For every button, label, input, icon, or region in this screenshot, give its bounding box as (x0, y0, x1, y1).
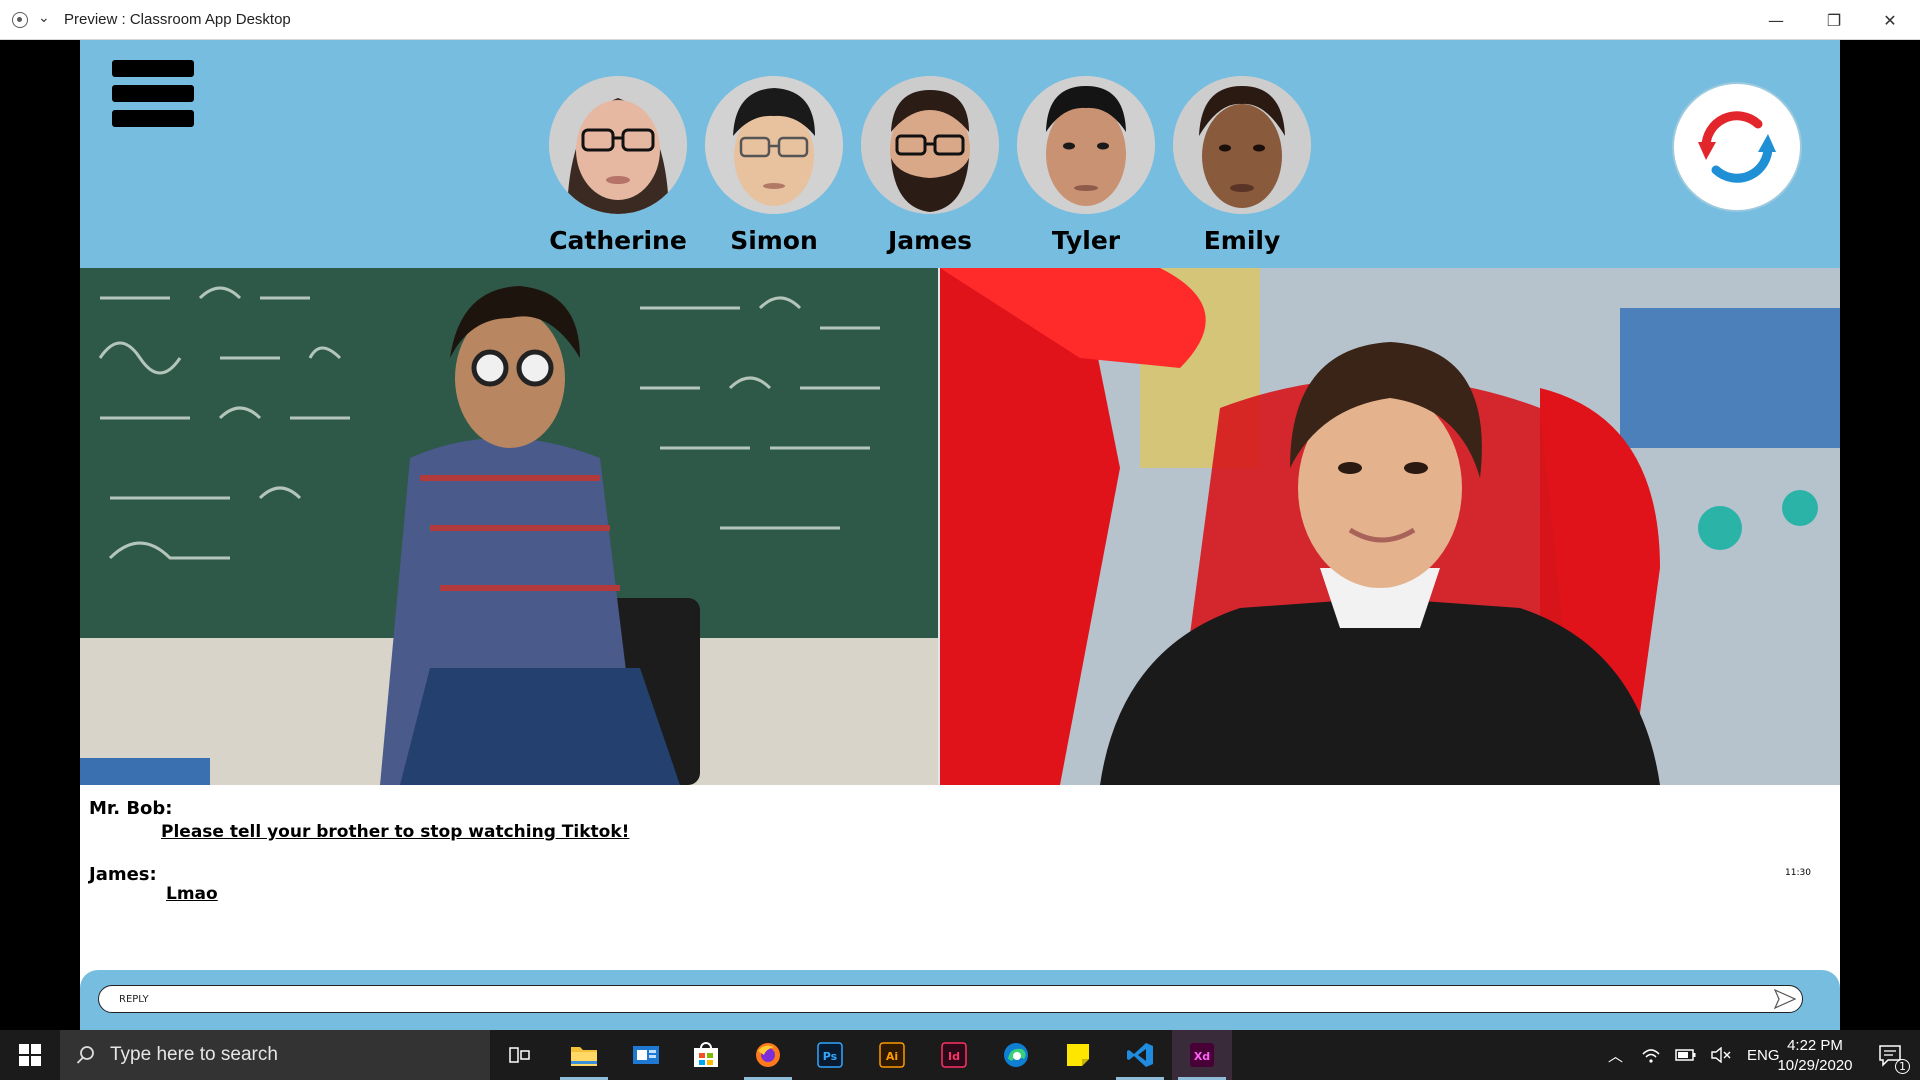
message-text: Please tell your brother to stop watchin… (161, 822, 630, 842)
illustrator-icon: Ai (879, 1042, 905, 1068)
store-button[interactable] (676, 1030, 736, 1080)
firefox-button[interactable] (738, 1030, 798, 1080)
avatar (1173, 76, 1311, 214)
file-explorer-button[interactable] (554, 1030, 614, 1080)
task-view-button[interactable] (490, 1030, 550, 1080)
adobe-xd-icon: Xd (1190, 1043, 1214, 1067)
student-james[interactable]: James (860, 76, 1000, 255)
chevron-up-icon[interactable]: ︿ (1608, 1045, 1623, 1066)
student-simon[interactable]: Simon (704, 76, 844, 255)
window-title: Preview : Classroom App Desktop (64, 11, 291, 28)
folder-icon (571, 1047, 597, 1066)
reply-bar (80, 970, 1840, 1030)
start-button[interactable] (0, 1030, 60, 1080)
mail-icon (633, 1046, 659, 1064)
student-name: Tyler (1051, 226, 1121, 255)
student-video-feed (940, 268, 1840, 785)
os-taskbar: Type here to search Ps Ai Id Xd ︿ ENG 4:… (0, 1030, 1920, 1080)
avatar (1017, 76, 1155, 214)
student-name: Catherine (549, 226, 687, 255)
avatar (705, 76, 843, 214)
window-titlebar: ⌄ Preview : Classroom App Desktop — ❐ ✕ (0, 0, 1920, 40)
close-button[interactable]: ✕ (1862, 0, 1918, 40)
svg-text:Ai: Ai (886, 1050, 898, 1063)
search-icon (76, 1046, 94, 1064)
avatar (861, 76, 999, 214)
indesign-icon: Id (941, 1042, 967, 1068)
menu-icon[interactable] (112, 60, 194, 128)
chevron-down-icon[interactable]: ⌄ (38, 10, 50, 26)
app-header: Catherine Simon James Tyler Emily (80, 40, 1840, 268)
photoshop-button[interactable]: Ps (800, 1030, 860, 1080)
student-name: Simon (730, 226, 818, 255)
search-placeholder: Type here to search (110, 1044, 278, 1065)
message-timestamp: 11:30 (1785, 868, 1811, 878)
battery-icon[interactable] (1675, 1048, 1697, 1062)
send-icon[interactable] (1774, 989, 1796, 1009)
student-catherine[interactable]: Catherine (548, 76, 688, 255)
student-emily[interactable]: Emily (1172, 76, 1312, 255)
windows-icon (19, 1044, 41, 1066)
teacher-video-feed (80, 268, 938, 785)
vscode-icon (1127, 1043, 1153, 1067)
wifi-icon[interactable] (1641, 1046, 1661, 1064)
svg-text:Ps: Ps (823, 1050, 838, 1063)
vscode-button[interactable] (1110, 1030, 1170, 1080)
restore-button[interactable]: ❐ (1806, 0, 1862, 40)
student-name: James (887, 226, 973, 255)
message-text: Lmao (166, 884, 218, 904)
clock-date: 10/29/2020 (1777, 1057, 1853, 1074)
sticky-notes-button[interactable] (1048, 1030, 1108, 1080)
volume-muted-icon[interactable] (1711, 1047, 1731, 1063)
record-icon[interactable] (12, 12, 28, 28)
illustrator-button[interactable]: Ai (862, 1030, 922, 1080)
edge-button[interactable] (986, 1030, 1046, 1080)
taskbar-search[interactable]: Type here to search (60, 1030, 490, 1080)
reply-input[interactable] (98, 985, 1803, 1013)
message-sender: James: (89, 864, 157, 885)
firefox-icon (756, 1043, 780, 1067)
student-name: Emily (1203, 226, 1281, 255)
chat-panel: Mr. Bob: Please tell your brother to sto… (80, 785, 1840, 970)
clock-time: 4:22 PM (1787, 1037, 1843, 1054)
minimize-button[interactable]: — (1748, 0, 1804, 40)
adobe-xd-button[interactable]: Xd (1172, 1030, 1232, 1080)
notification-count: 1 (1895, 1059, 1910, 1074)
sticky-notes-icon (1067, 1044, 1089, 1066)
edge-icon (1004, 1043, 1028, 1067)
system-clock[interactable]: 4:22 PM 10/29/2020 (1760, 1036, 1870, 1076)
student-tyler[interactable]: Tyler (1016, 76, 1156, 255)
classroom-app: Catherine Simon James Tyler Emily Mr. Bo… (80, 40, 1840, 1030)
refresh-icon (1698, 111, 1776, 183)
svg-text:Id: Id (948, 1050, 960, 1063)
notifications-button[interactable]: 1 (1860, 1030, 1920, 1080)
svg-text:Xd: Xd (1194, 1050, 1210, 1063)
task-view-icon (509, 1047, 530, 1063)
photoshop-icon: Ps (817, 1042, 843, 1068)
avatar (549, 76, 687, 214)
refresh-button[interactable] (1672, 82, 1802, 212)
message-sender: Mr. Bob: (89, 798, 173, 819)
outlook-button[interactable] (616, 1030, 676, 1080)
store-icon (694, 1042, 718, 1067)
system-tray: ︿ ENG (1608, 1030, 1780, 1080)
indesign-button[interactable]: Id (924, 1030, 984, 1080)
